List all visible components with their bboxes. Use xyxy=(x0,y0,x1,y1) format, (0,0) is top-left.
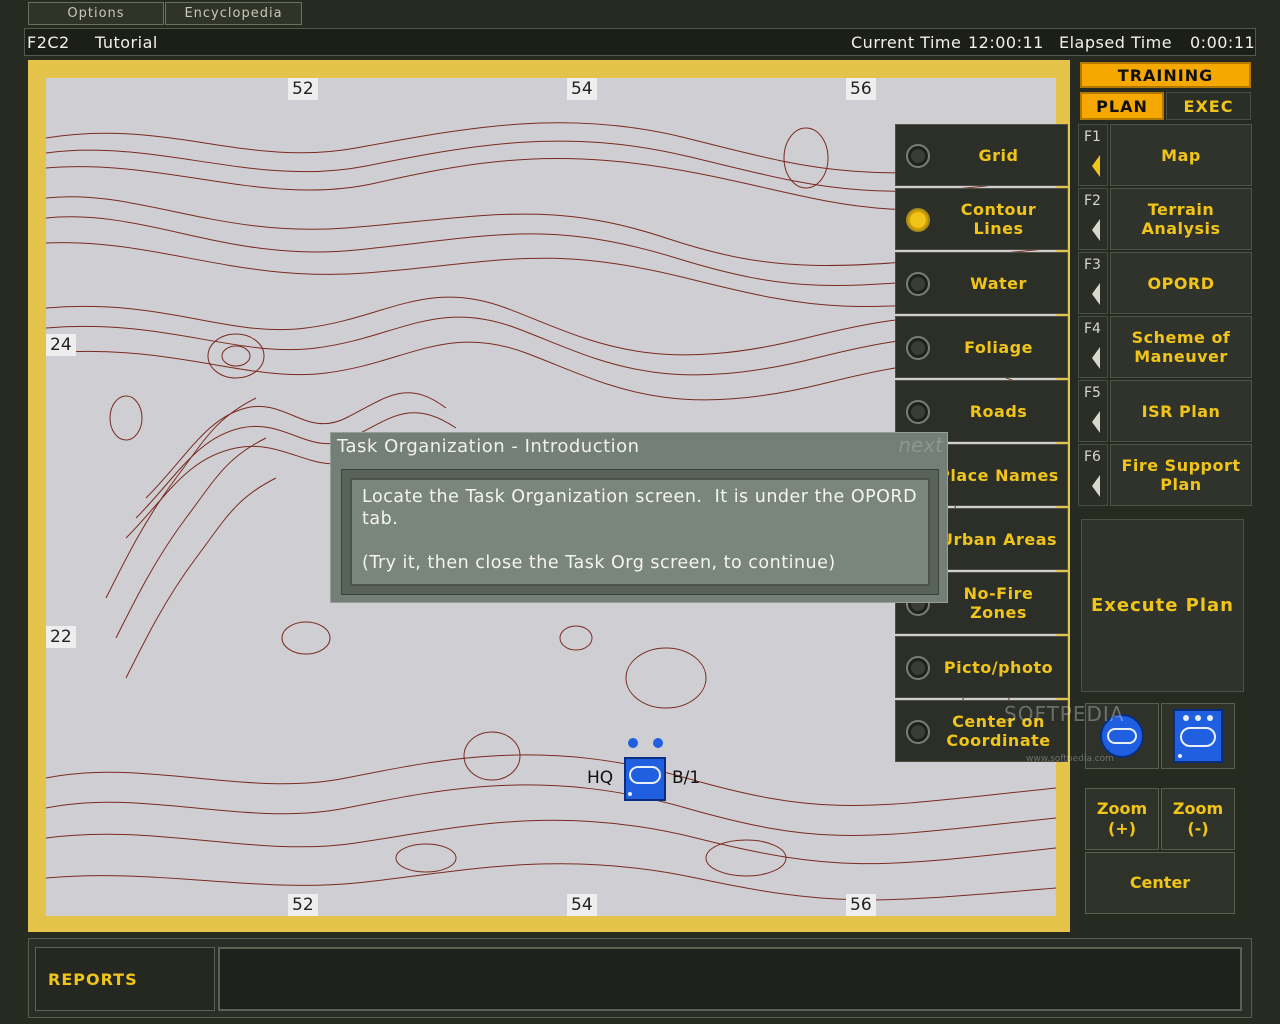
encyclopedia-menu[interactable]: Encyclopedia xyxy=(165,2,302,25)
overlay-label: Roads xyxy=(969,401,1028,421)
fkey-button-map[interactable]: Map xyxy=(1110,124,1252,186)
fkey-number: F1 xyxy=(1084,129,1101,145)
zoom-out-button[interactable]: Zoom (-) xyxy=(1161,788,1235,850)
fkey-number: F6 xyxy=(1084,449,1101,465)
grid-label-top-52: 52 xyxy=(288,78,318,100)
fkey-button-isr-plan[interactable]: ISR Plan xyxy=(1110,380,1252,442)
arrow-left-icon xyxy=(1092,219,1100,241)
arrow-left-icon xyxy=(1092,155,1100,177)
app-name: F2C2 xyxy=(27,33,70,52)
overlay-label: Contour Lines xyxy=(960,200,1037,238)
radio-indicator-icon xyxy=(906,208,930,232)
radio-indicator-icon xyxy=(906,400,930,424)
elapsed-time: 0:00:11 xyxy=(1190,33,1256,52)
dialog-title: Task Organization - Introduction xyxy=(337,436,640,457)
fkey-row-f5: F5 ISR Plan xyxy=(1078,380,1254,442)
overlay-toggle-foliage[interactable]: Foliage xyxy=(895,316,1068,378)
dialog-message: Locate the Task Organization screen. It … xyxy=(350,478,930,586)
fkey-number: F5 xyxy=(1084,385,1101,401)
arrow-left-icon xyxy=(1092,475,1100,497)
current-time-label: Current Time xyxy=(851,33,962,52)
grid-label-left-24: 24 xyxy=(46,334,76,356)
fkey-row-f4: F4 Scheme of Maneuver xyxy=(1078,316,1254,378)
overlay-label: Grid xyxy=(978,145,1019,165)
elapsed-time-label: Elapsed Time xyxy=(1059,33,1173,52)
fkey-expand-button[interactable]: F6 xyxy=(1078,444,1108,506)
arrow-left-icon xyxy=(1092,347,1100,369)
unit-label-b1: B/1 xyxy=(672,768,701,788)
fkey-expand-button[interactable]: F2 xyxy=(1078,188,1108,250)
overlay-label: Water xyxy=(970,273,1027,293)
center-button[interactable]: Center xyxy=(1085,852,1235,914)
mode-name: Tutorial xyxy=(95,33,158,52)
overlay-toggle-water[interactable]: Water xyxy=(895,252,1068,314)
fkey-row-f3: F3 OPORD xyxy=(1078,252,1254,314)
grid-label-bottom-52: 52 xyxy=(288,894,318,916)
reports-button[interactable]: REPORTS xyxy=(35,947,215,1011)
tutorial-dialog: Task Organization - Introduction next Lo… xyxy=(330,432,948,603)
overlay-toggle-grid[interactable]: Grid xyxy=(895,124,1068,186)
fkey-button-terrain-analysis[interactable]: Terrain Analysis xyxy=(1110,188,1252,250)
unit-symbol-icon xyxy=(624,738,666,801)
fkey-row-f6: F6 Fire Support Plan xyxy=(1078,444,1254,506)
plan-tab[interactable]: PLAN xyxy=(1080,92,1164,120)
radio-indicator-icon xyxy=(906,720,930,744)
grid-label-left-22: 22 xyxy=(46,626,76,648)
grid-label-top-54: 54 xyxy=(567,78,597,100)
dialog-line-1: Locate the Task Organization screen. It … xyxy=(362,487,924,529)
zoom-in-button[interactable]: Zoom (+) xyxy=(1085,788,1159,850)
fkey-row-f2: F2 Terrain Analysis xyxy=(1078,188,1254,250)
overlay-label: Foliage xyxy=(964,337,1033,357)
next-button[interactable]: next xyxy=(898,433,943,457)
fkey-button-opord[interactable]: OPORD xyxy=(1110,252,1252,314)
dialog-line-2: (Try it, then close the Task Org screen,… xyxy=(362,553,836,573)
message-area xyxy=(218,947,1242,1011)
exec-tab[interactable]: EXEC xyxy=(1166,92,1251,120)
grid-label-top-56: 56 xyxy=(846,78,876,100)
unit-marker-b1[interactable] xyxy=(624,738,666,802)
unit-square-icon xyxy=(1173,709,1223,763)
grid-label-bottom-54: 54 xyxy=(567,894,597,916)
softpedia-watermark: SOFTPEDIA xyxy=(1004,702,1125,726)
fkey-row-f1: F1 Map xyxy=(1078,124,1254,186)
current-time: 12:00:11 xyxy=(968,33,1044,52)
fkey-button-scheme-of-maneuver[interactable]: Scheme of Maneuver xyxy=(1110,316,1252,378)
overlay-toggle-contour-lines[interactable]: Contour Lines xyxy=(895,188,1068,250)
radio-indicator-icon xyxy=(906,144,930,168)
softpedia-watermark-url: www.softpedia.com xyxy=(1026,754,1114,764)
fkey-number: F2 xyxy=(1084,193,1101,209)
unit-label-hq: HQ xyxy=(587,768,614,788)
fkey-expand-button[interactable]: F1 xyxy=(1078,124,1108,186)
execute-plan-button[interactable]: Execute Plan xyxy=(1081,519,1244,692)
radio-indicator-icon xyxy=(906,272,930,296)
f2c2-app: Options Encyclopedia F2C2 Tutorial Curre… xyxy=(0,0,1280,1024)
fkey-number: F4 xyxy=(1084,321,1101,337)
overlay-toggle-picto-photo[interactable]: Picto/photo xyxy=(895,636,1068,698)
grid-label-bottom-56: 56 xyxy=(846,894,876,916)
unit-square-button[interactable] xyxy=(1161,703,1235,769)
fkey-button-fire-support-plan[interactable]: Fire Support Plan xyxy=(1110,444,1252,506)
training-button[interactable]: TRAINING xyxy=(1080,62,1251,88)
options-menu[interactable]: Options xyxy=(28,2,164,25)
arrow-left-icon xyxy=(1092,411,1100,433)
fkey-expand-button[interactable]: F3 xyxy=(1078,252,1108,314)
radio-indicator-icon xyxy=(906,656,930,680)
dialog-body: Locate the Task Organization screen. It … xyxy=(341,469,939,595)
title-bar: F2C2 Tutorial Current Time 12:00:11 Elap… xyxy=(24,28,1256,56)
overlay-label: No-Fire Zones xyxy=(963,584,1034,622)
overlay-label: Urban Areas xyxy=(939,529,1058,549)
fkey-expand-button[interactable]: F5 xyxy=(1078,380,1108,442)
fkey-expand-button[interactable]: F4 xyxy=(1078,316,1108,378)
fkey-number: F3 xyxy=(1084,257,1101,273)
overlay-label: Place Names xyxy=(938,465,1059,485)
radio-indicator-icon xyxy=(906,336,930,360)
overlay-label: Picto/photo xyxy=(943,657,1054,677)
arrow-left-icon xyxy=(1092,283,1100,305)
